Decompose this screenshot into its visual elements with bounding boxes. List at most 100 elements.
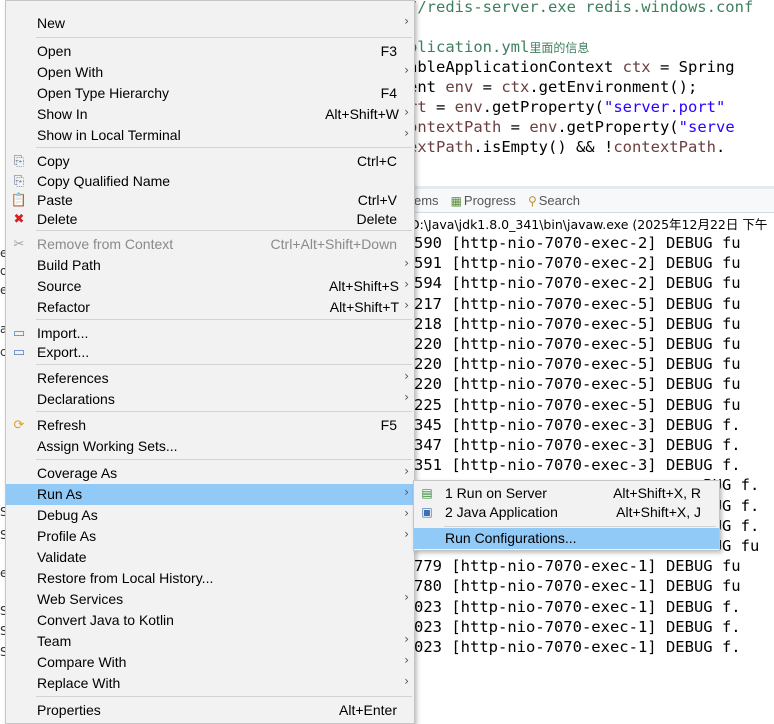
code-token: .isEmpty() && ! xyxy=(473,138,614,156)
console-log-line: 590 [http-nio-7070-exec-2] DEBUG fu xyxy=(414,234,741,252)
menu-item-open[interactable]: Open F3 xyxy=(6,41,414,62)
context-menu: New › Open F3 Open With › Open Type Hierarchy F… xyxy=(5,0,415,724)
menu-item-open-with[interactable]: Open With › xyxy=(6,62,414,83)
console-log-line: 220 [http-nio-7070-exec-5] DEBUG fu xyxy=(414,355,741,374)
console-log-line: 220 [http-nio-7070-exec-5] DEBUG fu xyxy=(414,335,741,353)
code-token: = xyxy=(426,98,455,116)
menu-item-show-in[interactable]: Show In Alt+Shift+W › xyxy=(6,104,414,125)
code-token: "serve xyxy=(678,118,735,136)
menu-item-shortcut: Alt+Shift+T xyxy=(329,299,399,315)
menu-item-validate[interactable]: Validate xyxy=(6,547,414,568)
menu-item-label: Paste xyxy=(37,192,73,208)
menu-item-refresh[interactable]: ⟳⟳ Refresh F5 xyxy=(6,415,414,436)
code-token: ctx xyxy=(501,78,530,96)
menu-item-export[interactable]: ▭▭ Export... xyxy=(6,342,414,363)
console-tab-label: Search xyxy=(538,193,580,208)
menu-item-compare-with[interactable]: Compare With › xyxy=(6,652,414,673)
menu-item-label: Copy Qualified Name xyxy=(37,173,171,189)
code-token: .getProperty( xyxy=(482,98,604,116)
menu-item-delete[interactable]: ✖✖ Delete Delete xyxy=(6,209,414,230)
console-tab-search[interactable]: ⚲ Search xyxy=(528,193,580,208)
menu-item-restore-from-local-history[interactable]: Restore from Local History... xyxy=(6,568,414,589)
paste-glyph: 📋 xyxy=(10,193,28,208)
menu-item-web-services[interactable]: Web Services › xyxy=(6,589,414,610)
code-line[interactable]: ableApplicationContext ctx = Spring xyxy=(408,58,735,76)
code-token: //redis-server.exe redis.windows.conf xyxy=(408,0,754,16)
menu-item-refactor[interactable]: Refactor Alt+Shift+T › xyxy=(6,297,414,318)
chevron-right-icon: › xyxy=(404,256,409,270)
menu-item-debug-as[interactable]: Debug As › xyxy=(6,505,414,526)
menu-item-label: Source xyxy=(37,278,82,294)
menu-item-replace-with[interactable]: Replace With › xyxy=(6,673,414,694)
menu-item-references[interactable]: References › xyxy=(6,368,414,389)
menu-separator xyxy=(444,526,716,527)
console-log-line: 225 [http-nio-7070-exec-5] DEBUG fu xyxy=(414,395,741,414)
menu-item-team[interactable]: Team › xyxy=(6,631,414,652)
console-log-line: 779 [http-nio-7070-exec-1] DEBUG fu xyxy=(414,557,741,576)
menu-item-coverage-as[interactable]: Coverage As › xyxy=(6,463,414,484)
console-log-line: 347 [http-nio-7070-exec-3] DEBUG f. xyxy=(414,436,741,454)
export-icon: ▭▭ xyxy=(10,344,28,361)
menu-item-label: Debug As xyxy=(37,507,98,523)
menu-item-new[interactable]: New › xyxy=(6,13,414,34)
menu-item-label: Show in Local Terminal xyxy=(37,127,181,143)
menu-item-shortcut: F4 xyxy=(380,85,397,101)
menu-item-convert-java-to-kotlin[interactable]: Convert Java to Kotlin xyxy=(6,610,414,631)
console-tab-progress[interactable]: ▦ Progress xyxy=(451,193,516,208)
java-app-icon: ▣ xyxy=(421,505,433,519)
menu-item-label: Open With xyxy=(37,64,104,80)
code-token: env xyxy=(529,118,558,136)
menu-item-build-path[interactable]: Build Path › xyxy=(6,255,414,276)
submenu-item-run-on-server[interactable]: ▤ 1 Run on Server Alt+Shift+X, R xyxy=(414,483,719,504)
menu-item-paste[interactable]: 📋📋 Paste Ctrl+V xyxy=(6,190,414,211)
menu-item-source[interactable]: Source Alt+Shift+S › xyxy=(6,276,414,297)
menu-item-open-type-hierarchy[interactable]: Open Type Hierarchy F4 xyxy=(6,83,414,104)
console-log-line: 345 [http-nio-7070-exec-3] DEBUG f. xyxy=(414,415,741,434)
export-glyph: ▭ xyxy=(12,345,26,360)
import-glyph: ▭ xyxy=(12,326,26,341)
menu-item-label: Properties xyxy=(37,702,101,718)
menu-item-label: Web Services xyxy=(37,591,124,607)
submenu-item-java-application[interactable]: ▣ 2 Java Application Alt+Shift+X, J xyxy=(414,502,719,523)
code-token: ableApplicationContext xyxy=(408,58,623,76)
menu-item-run-as[interactable]: Run As › xyxy=(6,484,414,505)
chevron-right-icon: › xyxy=(404,653,409,667)
menu-item-properties[interactable]: Properties Alt+Enter xyxy=(6,700,414,721)
chevron-right-icon: › xyxy=(404,674,409,688)
menu-separator xyxy=(36,319,412,320)
chevron-right-icon: › xyxy=(404,369,409,383)
code-line[interactable]: plication.yml里面的信息 xyxy=(408,38,589,56)
chevron-right-icon: › xyxy=(404,126,409,140)
menu-item-shortcut: F3 xyxy=(380,43,397,59)
server-icon: ▤ xyxy=(421,486,433,500)
console-log-line: 218 [http-nio-7070-exec-5] DEBUG fu xyxy=(414,314,741,333)
menu-item-assign-working-sets[interactable]: Assign Working Sets... xyxy=(6,436,414,457)
menu-item-copy-qualified-name[interactable]: ⎘⎘ Copy Qualified Name xyxy=(6,171,414,192)
menu-item-import[interactable]: ▭▭ Import... xyxy=(6,323,414,344)
menu-item-show-in-local-terminal[interactable]: Show in Local Terminal › xyxy=(6,125,414,146)
menu-item-label: New xyxy=(37,15,66,31)
code-line[interactable]: ent env = ctx.getEnvironment(); xyxy=(408,78,697,96)
code-token: . xyxy=(715,138,726,156)
code-line[interactable]: rt = env.getProperty("server.port" xyxy=(408,98,725,116)
menu-item-copy[interactable]: ⎘⎘ Copy Ctrl+C xyxy=(6,151,414,172)
console-tab-ems[interactable]: ems xyxy=(414,193,439,208)
menu-item-profile-as[interactable]: Profile As › xyxy=(6,526,414,547)
code-token: .getProperty( xyxy=(557,118,679,136)
submenu-item-run-configurations[interactable]: Run Configurations... xyxy=(414,528,719,549)
menu-item-label: Validate xyxy=(37,549,87,565)
code-line[interactable]: extPath.isEmpty() && !contextPath. xyxy=(408,138,725,156)
menu-item-declarations[interactable]: Declarations › xyxy=(6,389,414,410)
console-log-line: 351 [http-nio-7070-exec-3] DEBUG f. xyxy=(414,456,741,475)
code-line[interactable]: ontextPath = env.getProperty("serve xyxy=(408,118,735,136)
menu-item-label: Show In xyxy=(37,106,88,122)
menu-item-label: Refactor xyxy=(37,299,90,315)
console-tab-label: ems xyxy=(414,193,439,208)
console-log-line: 023 [http-nio-7070-exec-1] DEBUG f. xyxy=(414,597,741,616)
code-token: ontextPath xyxy=(408,118,502,136)
submenu-item-label: 2 Java Application xyxy=(445,504,558,520)
menu-separator xyxy=(36,147,412,148)
code-token: env xyxy=(454,98,483,116)
chevron-right-icon: › xyxy=(404,298,409,312)
code-line[interactable]: //redis-server.exe redis.windows.conf xyxy=(408,0,753,16)
